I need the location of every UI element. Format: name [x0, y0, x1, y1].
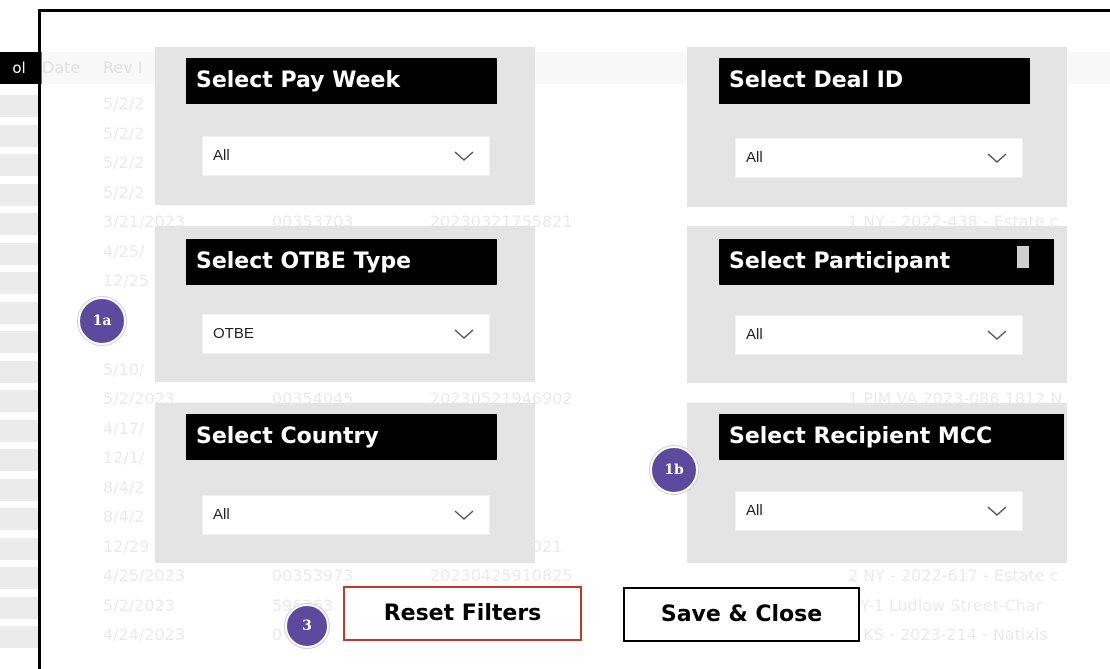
recipient-mcc-title: Select Recipient MCC [719, 414, 1064, 460]
step-badge-3: 3 [285, 604, 329, 648]
chevron-down-icon [987, 506, 1007, 517]
step-badge-1a: 1a [78, 297, 126, 345]
participant-title: Select Participant [719, 239, 1054, 285]
row-selector [0, 449, 38, 471]
row-selector [0, 95, 38, 117]
row-selector [0, 272, 38, 294]
recipient-mcc-panel: Select Recipient MCC All [687, 403, 1067, 563]
participant-panel: Select Participant All [687, 226, 1067, 383]
row-selector [0, 419, 38, 442]
recipient-mcc-dropdown[interactable]: All [735, 491, 1023, 531]
otbe-type-panel: Select OTBE Type OTBE [155, 226, 535, 382]
reset-filters-button[interactable]: Reset Filters [343, 586, 582, 641]
participant-scrollbar[interactable] [1017, 246, 1029, 268]
row-selector [0, 124, 38, 147]
chevron-down-icon [987, 330, 1007, 341]
row-selector [0, 508, 38, 530]
pay-week-title: Select Pay Week [186, 58, 497, 104]
recipient-mcc-value: All [746, 502, 763, 519]
row-selector [0, 537, 38, 560]
otbe-type-title: Select OTBE Type [186, 239, 497, 285]
row-selector [0, 390, 38, 412]
chevron-down-icon [987, 153, 1007, 164]
row-selector [0, 478, 38, 501]
deal-id-value: All [746, 149, 763, 166]
deal-id-dropdown[interactable]: All [735, 138, 1023, 178]
step-badge-1b: 1b [650, 446, 698, 494]
row-selector [0, 242, 38, 265]
country-dropdown[interactable]: All [202, 495, 490, 535]
otbe-type-dropdown[interactable]: OTBE [202, 314, 490, 354]
deal-id-title: Select Deal ID [719, 58, 1030, 104]
chevron-down-icon [454, 151, 474, 162]
row-selector [0, 154, 38, 176]
save-close-button[interactable]: Save & Close [623, 587, 860, 642]
country-title: Select Country [186, 414, 497, 460]
pay-week-value: All [213, 147, 230, 164]
row-selector [0, 213, 38, 235]
participant-value: All [746, 326, 763, 343]
chevron-down-icon [454, 510, 474, 521]
row-selector [0, 596, 38, 619]
chevron-down-icon [454, 329, 474, 340]
otbe-type-value: OTBE [213, 325, 254, 342]
country-panel: Select Country All [155, 403, 535, 563]
row-selector [0, 331, 38, 353]
pay-week-dropdown[interactable]: All [202, 136, 490, 176]
row-selector [0, 301, 38, 324]
pay-week-panel: Select Pay Week All [155, 47, 535, 205]
column-header-truncated: ol [0, 52, 42, 84]
row-selector [0, 626, 38, 648]
row-selector [0, 360, 38, 383]
deal-id-panel: Select Deal ID All [687, 47, 1067, 207]
row-selector [0, 567, 38, 589]
row-selector [0, 183, 38, 206]
country-value: All [213, 506, 230, 523]
participant-dropdown[interactable]: All [735, 315, 1023, 355]
